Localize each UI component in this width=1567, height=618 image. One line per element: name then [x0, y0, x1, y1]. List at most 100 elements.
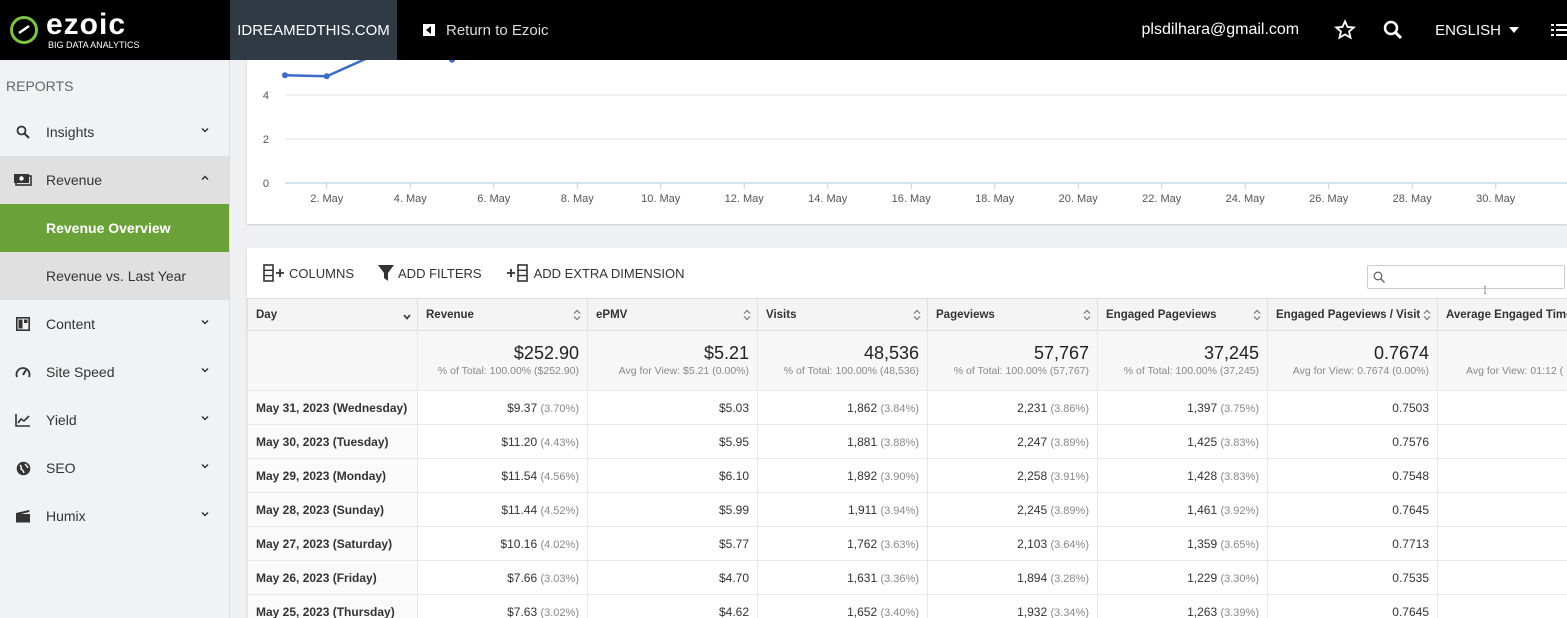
x-tick-label: 14. May	[808, 193, 848, 205]
column-header-epmv[interactable]: ePMV	[587, 298, 758, 331]
sidebar-item-label: Insights	[46, 124, 95, 140]
totals-cell: 57,767% of Total: 100.00% (57,767)	[927, 330, 1098, 391]
language-selector[interactable]: ENGLISH	[1435, 22, 1519, 39]
pageviews-cell: 1,932 (3.34%)	[927, 594, 1098, 618]
column-header-visits[interactable]: Visits	[757, 298, 928, 331]
engaged-pageviews-cell: 1,461 (3.92%)	[1097, 492, 1268, 527]
columns-button[interactable]: COLUMNS	[263, 264, 354, 282]
totals-cell: 0.7674 Avg for View: 0.7674 (0.00%)	[1267, 330, 1438, 391]
content-icon	[14, 315, 32, 333]
search-icon	[1373, 271, 1385, 283]
ezoic-logo[interactable]: ezoic BIG DATA ANALYTICS	[0, 0, 230, 60]
table-row[interactable]: May 29, 2023 (Monday) $11.54 (4.56%) $6.10…	[247, 458, 1567, 493]
day-cell[interactable]: May 25, 2023 (Thursday)	[247, 594, 418, 618]
table-row[interactable]: May 25, 2023 (Thursday) $7.63 (3.02%) $4.6…	[247, 594, 1567, 618]
data-point	[323, 73, 330, 80]
column-header-day[interactable]: Day	[247, 298, 418, 331]
columns-icon	[263, 264, 284, 282]
pageviews-cell: 2,245 (3.89%)	[927, 492, 1098, 527]
clapperboard-icon	[14, 507, 32, 525]
add-extra-dimension-button[interactable]: ADD EXTRA DIMENSION	[506, 264, 685, 282]
table-row[interactable]: May 31, 2023 (Wednesday) $9.37 (3.70%) $5.…	[247, 390, 1567, 425]
day-cell[interactable]: May 30, 2023 (Tuesday)	[247, 424, 418, 459]
revenue-cell: $11.20 (4.43%)	[417, 424, 588, 459]
column-header-revenue[interactable]: Revenue	[417, 298, 588, 331]
engaged-pageviews-cell: 1,229 (3.30%)	[1097, 560, 1268, 595]
chevron-down-icon	[201, 511, 209, 517]
chart-line-icon	[14, 411, 32, 429]
x-tick-label: 8. May	[561, 193, 595, 205]
filter-icon	[378, 265, 395, 281]
sidebar-item-humix[interactable]: Humix	[0, 492, 229, 540]
search-icon[interactable]	[1381, 18, 1405, 42]
visits-cell: 1,652 (3.40%)	[757, 594, 928, 618]
x-tick-label: 20. May	[1059, 193, 1099, 205]
day-cell[interactable]: May 26, 2023 (Friday)	[247, 560, 418, 595]
site-selector[interactable]: IDREAMEDTHIS.COM	[230, 0, 397, 60]
sidebar-item-label: Yield	[46, 412, 77, 428]
column-header-pageviews[interactable]: Pageviews	[927, 298, 1098, 331]
top-bar: ezoic BIG DATA ANALYTICS IDREAMEDTHIS.CO…	[0, 0, 1567, 60]
sidebar-item-site-speed[interactable]: Site Speed	[0, 348, 229, 396]
menu-list-icon[interactable]	[1551, 18, 1567, 42]
sidebar-item-revenue-vs-last-year[interactable]: Revenue vs. Last Year	[0, 252, 229, 300]
column-header-engaged-pageviews-per-visit[interactable]: Engaged Pageviews / Visit	[1267, 298, 1438, 331]
day-cell[interactable]: May 27, 2023 (Saturday)	[247, 526, 418, 561]
sidebar-item-label: Revenue	[46, 172, 103, 188]
sidebar-item-seo[interactable]: SEO	[0, 444, 229, 492]
revenue-chart: 4 2 0 2. May 4. May 6. May 8. May 10. May 12. Ma…	[247, 60, 1567, 224]
sidebar-item-revenue-overview[interactable]: Revenue Overview	[0, 204, 229, 252]
column-header-engaged-pageviews[interactable]: Engaged Pageviews	[1097, 298, 1268, 331]
money-icon	[14, 171, 32, 189]
sort-icon	[573, 309, 581, 321]
revenue-cell: $10.16 (4.02%)	[417, 526, 588, 561]
table-row[interactable]: May 26, 2023 (Friday) $7.66 (3.03%) $4.70 1…	[247, 560, 1567, 595]
table-search-input[interactable]	[1390, 266, 1560, 286]
visits-cell: 1,892 (3.90%)	[757, 458, 928, 493]
sidebar-item-insights[interactable]: Insights	[0, 108, 229, 156]
day-cell[interactable]: May 28, 2023 (Sunday)	[247, 492, 418, 527]
sidebar-item-yield[interactable]: Yield	[0, 396, 229, 444]
average-engaged-time-cell	[1437, 458, 1567, 493]
data-point	[449, 60, 455, 63]
epmv-cell: $5.77	[587, 526, 758, 561]
table-row[interactable]: May 28, 2023 (Sunday) $11.44 (4.52%) $5.99…	[247, 492, 1567, 527]
day-cell[interactable]: May 29, 2023 (Monday)	[247, 458, 418, 493]
revenue-cell: $11.54 (4.56%)	[417, 458, 588, 493]
epmv-cell: $4.70	[587, 560, 758, 595]
table-row[interactable]: May 27, 2023 (Saturday) $10.16 (4.02%) $5.…	[247, 526, 1567, 561]
sidebar-item-label: Site Speed	[46, 364, 115, 380]
engaged-per-visit-cell: 0.7576	[1267, 424, 1438, 459]
back-arrow-icon	[423, 24, 435, 36]
visits-cell: 1,881 (3.88%)	[757, 424, 928, 459]
add-extra-dimension-label: ADD EXTRA DIMENSION	[533, 265, 685, 281]
chevron-up-icon	[201, 175, 209, 181]
sidebar-item-revenue[interactable]: Revenue	[0, 156, 229, 204]
caret-down-icon	[1509, 27, 1519, 33]
return-to-ezoic-link[interactable]: Return to Ezoic	[423, 22, 549, 39]
average-engaged-time-cell	[1437, 560, 1567, 595]
epmv-cell: $5.99	[587, 492, 758, 527]
chevron-down-icon	[201, 415, 209, 421]
columns-label: COLUMNS	[289, 265, 355, 281]
sidebar-item-content[interactable]: Content	[0, 300, 229, 348]
engaged-per-visit-cell: 0.7713	[1267, 526, 1438, 561]
column-header-average-engaged-time[interactable]: Average Engaged Time	[1437, 298, 1567, 331]
x-tick-label: 24. May	[1226, 193, 1266, 205]
engaged-pageviews-cell: 1,397 (3.75%)	[1097, 390, 1268, 425]
report-table: Day Revenue ePMV Visits Pageviews Engage…	[247, 298, 1567, 618]
visits-cell: 1,862 (3.84%)	[757, 390, 928, 425]
visits-cell: 1,911 (3.94%)	[757, 492, 928, 527]
add-filters-button[interactable]: ADD FILTERS	[378, 264, 482, 282]
account-email[interactable]: plsdilhara@gmail.com	[1142, 21, 1300, 39]
add-dimension-icon	[506, 264, 528, 282]
star-icon[interactable]	[1333, 18, 1357, 42]
revenue-cell: $9.37 (3.70%)	[417, 390, 588, 425]
day-cell[interactable]: May 31, 2023 (Wednesday)	[247, 390, 418, 425]
engaged-per-visit-cell: 0.7645	[1267, 492, 1438, 527]
table-row[interactable]: May 30, 2023 (Tuesday) $11.20 (4.43%) $5.9…	[247, 424, 1567, 459]
data-point	[282, 72, 288, 79]
globe-icon	[14, 459, 32, 477]
table-search[interactable]	[1367, 265, 1565, 289]
y-tick-label: 0	[263, 178, 269, 190]
